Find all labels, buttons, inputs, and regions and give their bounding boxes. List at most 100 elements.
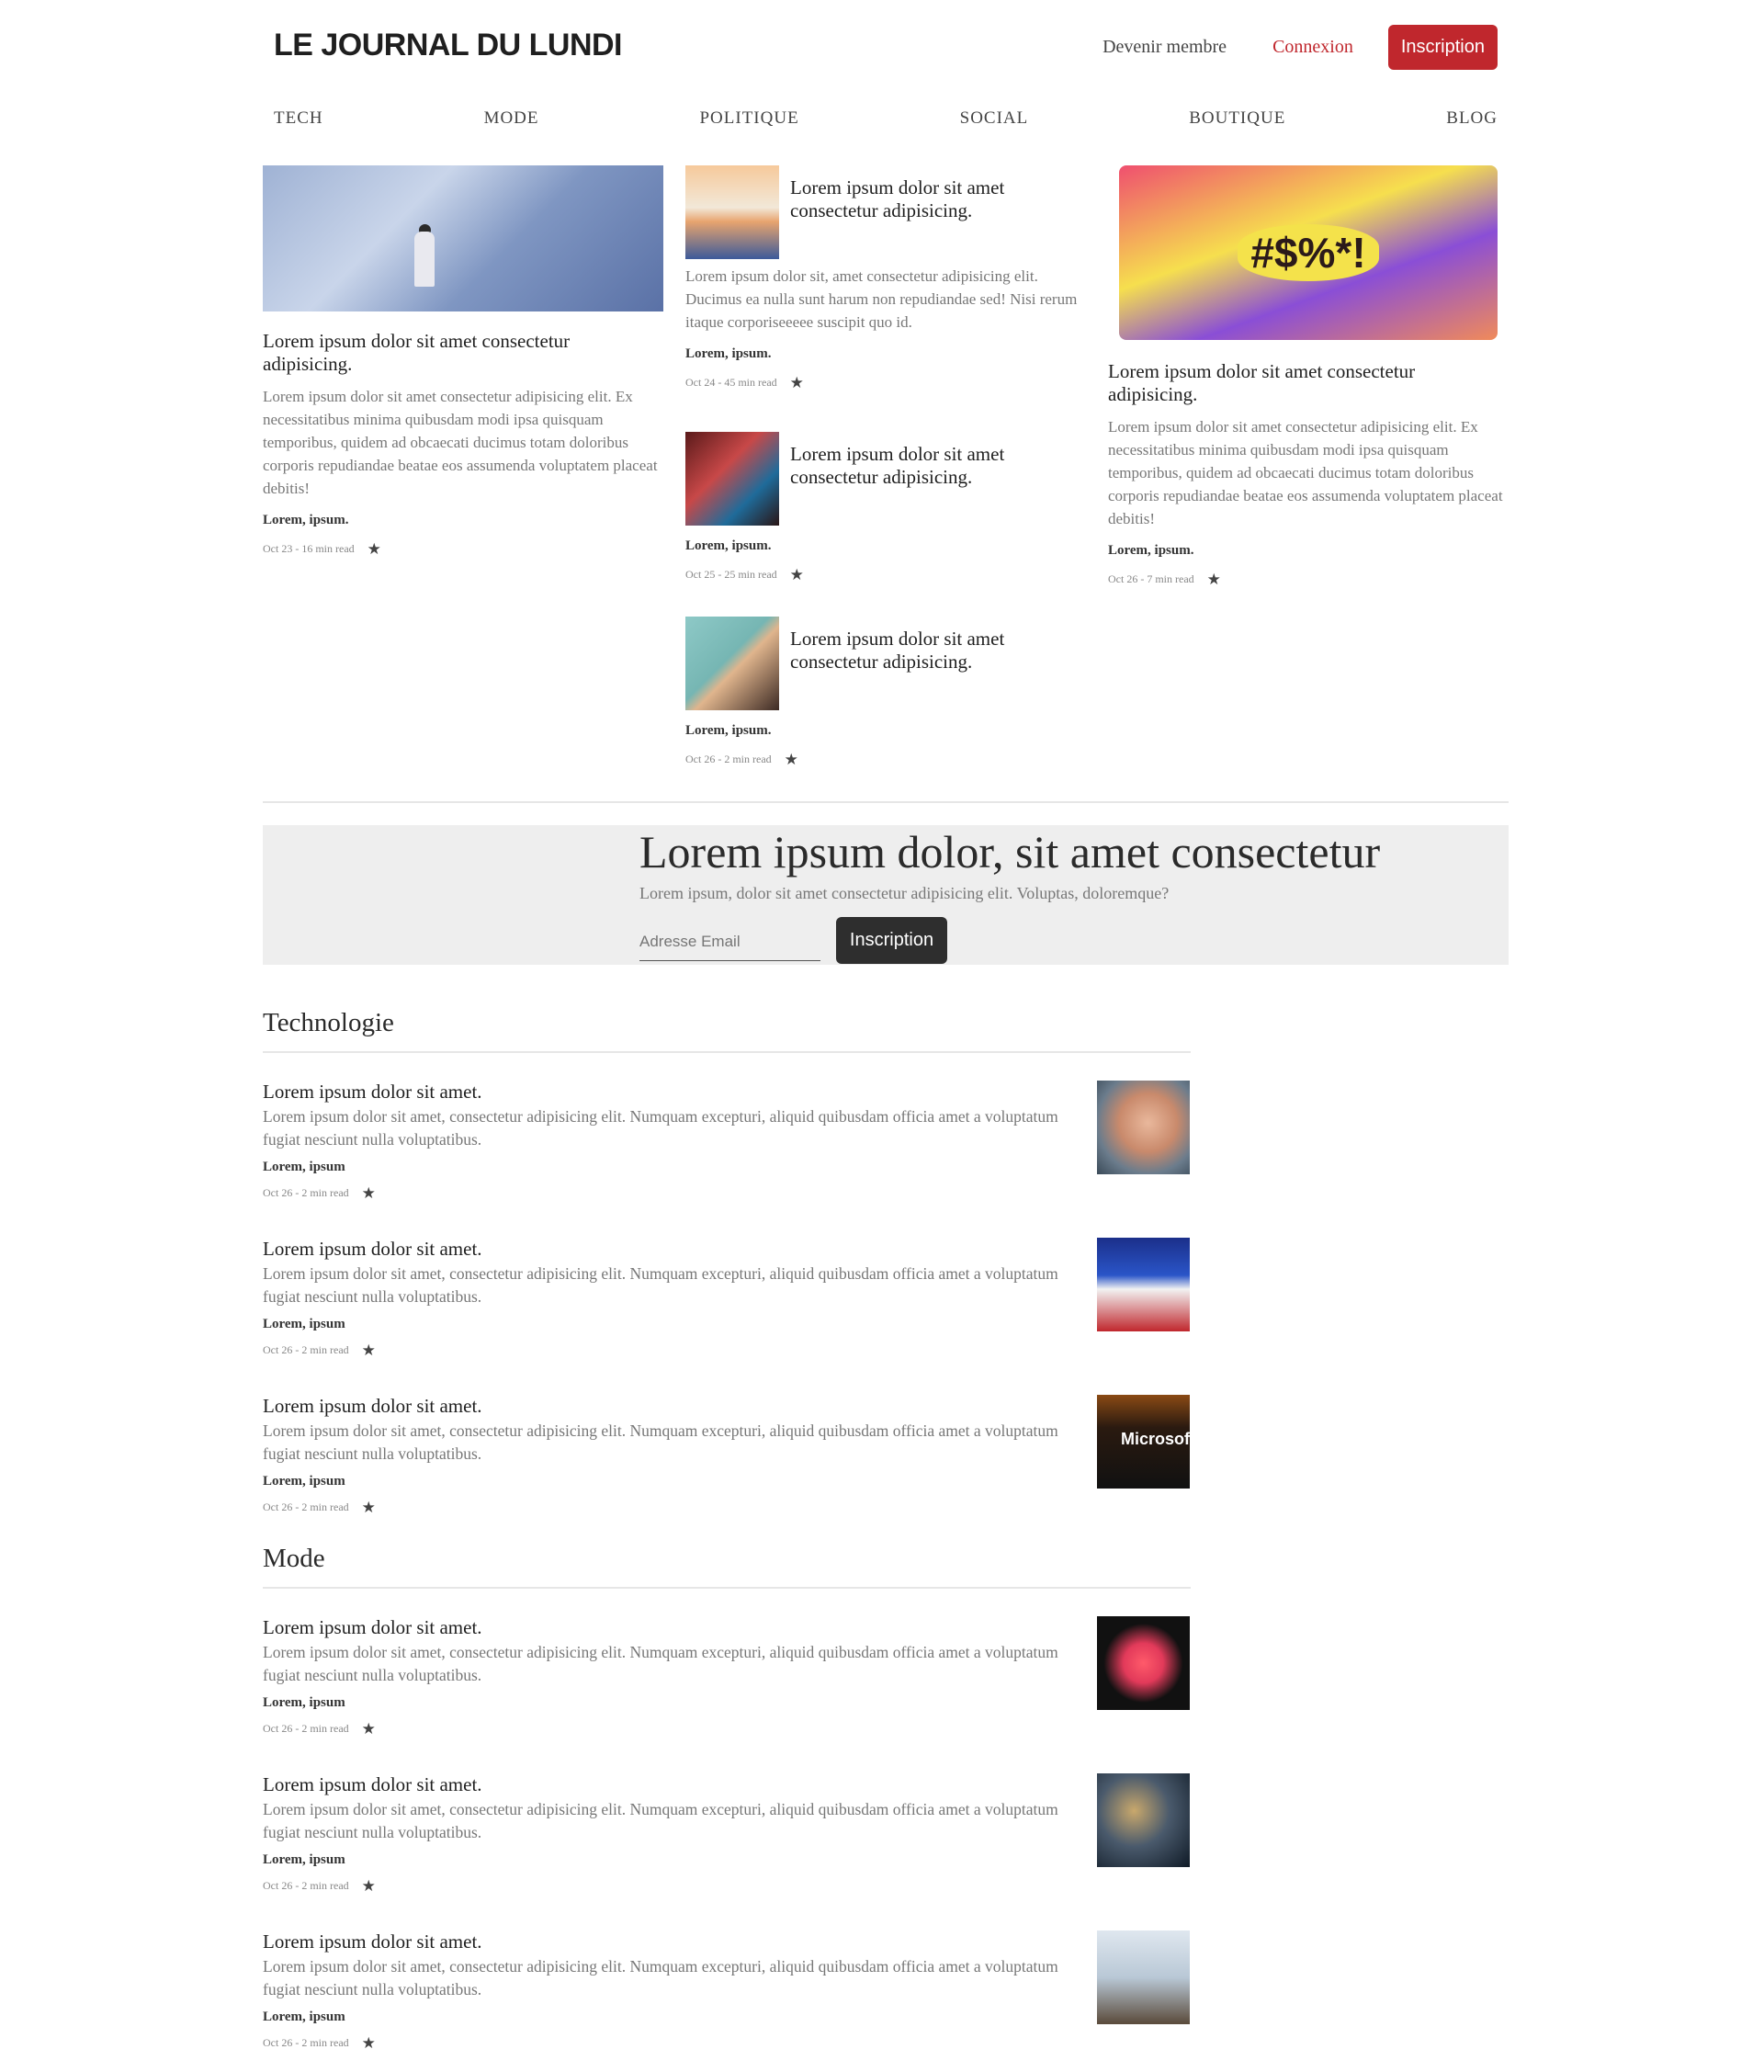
- nav-item-social[interactable]: SOCIAL: [960, 108, 1029, 129]
- newsletter-banner: Lorem ipsum dolor, sit amet consectetur …: [263, 825, 1509, 965]
- section-articles: Lorem ipsum dolor sit amet. Lorem ipsum …: [263, 1081, 1191, 1552]
- featured-left-author: Lorem, ipsum.: [263, 513, 349, 527]
- featured-middle-1-meta: Oct 24 - 45 min read ★: [685, 375, 1090, 391]
- featured-right-image-text: #$%*!: [1238, 224, 1379, 281]
- star-icon[interactable]: ★: [362, 1721, 376, 1737]
- list-item[interactable]: Lorem ipsum dolor sit amet. Lorem ipsum …: [263, 1930, 1191, 2072]
- article-author: Lorem, ipsum: [263, 1160, 345, 1174]
- star-icon[interactable]: ★: [362, 1500, 376, 1515]
- featured-middle-3-title[interactable]: Lorem ipsum dolor sit amet consectetur a…: [790, 628, 1090, 674]
- section-mode: Mode Lorem ipsum dolor sit amet. Lorem i…: [263, 1544, 1191, 2072]
- featured-middle-2-row: Lorem ipsum dolor sit amet consectetur a…: [685, 432, 1090, 526]
- star-icon[interactable]: ★: [362, 1878, 376, 1894]
- featured-middle-column: Lorem ipsum dolor sit amet consectetur a…: [685, 165, 1090, 767]
- featured-middle-3-row: Lorem ipsum dolor sit amet consectetur a…: [685, 617, 1090, 710]
- featured-right-image[interactable]: #$%*!: [1119, 165, 1498, 340]
- featured-middle-2-thumbnail[interactable]: [685, 432, 779, 526]
- article-excerpt: Lorem ipsum dolor sit amet, consectetur …: [263, 1264, 1058, 1306]
- featured-middle-2-date: Oct 25 - 25 min read: [685, 568, 777, 581]
- featured-middle-1-thumbnail[interactable]: [685, 165, 779, 259]
- site-logo[interactable]: LE JOURNAL DU LUNDI: [274, 28, 623, 63]
- section-title[interactable]: Technologie: [263, 1008, 1191, 1038]
- article-author: Lorem, ipsum: [263, 2010, 345, 2024]
- article-title[interactable]: Lorem ipsum dolor sit amet.: [263, 1930, 482, 1953]
- newsletter-subtitle: Lorem ipsum, dolor sit amet consectetur …: [639, 884, 1170, 902]
- star-icon[interactable]: ★: [362, 2035, 376, 2051]
- article-author: Lorem, ipsum: [263, 1852, 345, 1867]
- featured-left-meta: Oct 23 - 16 min read ★: [263, 541, 663, 557]
- article-author: Lorem, ipsum: [263, 1695, 345, 1710]
- featured-middle-2-title[interactable]: Lorem ipsum dolor sit amet consectetur a…: [790, 443, 1090, 489]
- article-thumbnail[interactable]: [1097, 1238, 1190, 1331]
- email-field[interactable]: [639, 923, 820, 961]
- featured-card-right[interactable]: #$%*! Lorem ipsum dolor sit amet consect…: [1108, 165, 1509, 587]
- featured-middle-2-meta: Oct 25 - 25 min read ★: [685, 567, 1090, 583]
- star-icon[interactable]: ★: [790, 567, 804, 583]
- star-icon[interactable]: ★: [368, 541, 381, 557]
- section-articles: Lorem ipsum dolor sit amet. Lorem ipsum …: [263, 1616, 1191, 2072]
- featured-left-image[interactable]: [263, 165, 663, 311]
- featured-middle-card-3[interactable]: Lorem ipsum dolor sit amet consectetur a…: [685, 617, 1090, 767]
- list-item[interactable]: Lorem ipsum dolor sit amet. Lorem ipsum …: [263, 1081, 1191, 1238]
- star-icon[interactable]: ★: [362, 1342, 376, 1358]
- article-excerpt: Lorem ipsum dolor sit amet, consectetur …: [263, 1643, 1058, 1684]
- article-meta: Oct 26 - 2 min read ★: [263, 1721, 376, 1737]
- article-title[interactable]: Lorem ipsum dolor sit amet.: [263, 1773, 482, 1796]
- list-item[interactable]: Lorem ipsum dolor sit amet. Lorem ipsum …: [263, 1395, 1191, 1552]
- article-excerpt: Lorem ipsum dolor sit amet, consectetur …: [263, 1421, 1058, 1463]
- featured-middle-card-2[interactable]: Lorem ipsum dolor sit amet consectetur a…: [685, 432, 1090, 617]
- article-thumbnail[interactable]: [1097, 1616, 1190, 1710]
- featured-middle-3-thumbnail[interactable]: [685, 617, 779, 710]
- newsletter-signup-button[interactable]: Inscription: [836, 917, 947, 964]
- star-icon[interactable]: ★: [790, 375, 804, 391]
- featured-card-left[interactable]: Lorem ipsum dolor sit amet consectetur a…: [263, 165, 663, 557]
- article-title[interactable]: Lorem ipsum dolor sit amet.: [263, 1395, 482, 1418]
- article-meta: Oct 26 - 2 min read ★: [263, 1500, 376, 1515]
- become-member-link[interactable]: Devenir membre: [1102, 37, 1227, 58]
- article-thumbnail[interactable]: Microsof: [1097, 1395, 1190, 1489]
- featured-right-meta: Oct 26 - 7 min read ★: [1108, 572, 1509, 587]
- featured-right-date: Oct 26 - 7 min read: [1108, 572, 1194, 585]
- nav-item-tech[interactable]: TECH: [274, 108, 323, 129]
- featured-right-excerpt: Lorem ipsum dolor sit amet consectetur a…: [1108, 418, 1503, 527]
- featured-middle-1-title[interactable]: Lorem ipsum dolor sit amet consectetur a…: [790, 176, 1090, 222]
- article-date: Oct 26 - 2 min read: [263, 2036, 349, 2049]
- nav-item-politique[interactable]: POLITIQUE: [699, 108, 798, 129]
- signup-button[interactable]: Inscription: [1387, 25, 1498, 70]
- list-item[interactable]: Lorem ipsum dolor sit amet. Lorem ipsum …: [263, 1616, 1191, 1773]
- featured-left-excerpt: Lorem ipsum dolor sit amet consectetur a…: [263, 388, 658, 497]
- login-link[interactable]: Connexion: [1272, 37, 1353, 58]
- article-date: Oct 26 - 2 min read: [263, 1343, 349, 1356]
- star-icon[interactable]: ★: [362, 1185, 376, 1201]
- article-date: Oct 26 - 2 min read: [263, 1186, 349, 1199]
- article-date: Oct 26 - 2 min read: [263, 1500, 349, 1513]
- star-icon[interactable]: ★: [785, 752, 798, 767]
- featured-right-author: Lorem, ipsum.: [1108, 543, 1194, 558]
- section-rule: [263, 1587, 1191, 1589]
- star-icon[interactable]: ★: [1207, 572, 1221, 587]
- article-thumbnail[interactable]: [1097, 1081, 1190, 1174]
- featured-articles: Lorem ipsum dolor sit amet consectetur a…: [263, 165, 1509, 767]
- featured-middle-card-1[interactable]: Lorem ipsum dolor sit amet consectetur a…: [685, 165, 1090, 432]
- list-item[interactable]: Lorem ipsum dolor sit amet. Lorem ipsum …: [263, 1238, 1191, 1395]
- featured-left-date: Oct 23 - 16 min read: [263, 542, 355, 555]
- nav-item-blog[interactable]: BLOG: [1446, 108, 1498, 129]
- article-title[interactable]: Lorem ipsum dolor sit amet.: [263, 1616, 482, 1639]
- article-thumbnail[interactable]: [1097, 1930, 1190, 2024]
- section-divider: [263, 801, 1509, 803]
- featured-middle-1-excerpt: Lorem ipsum dolor sit, amet consectetur …: [685, 267, 1078, 331]
- featured-left-title[interactable]: Lorem ipsum dolor sit amet consectetur a…: [263, 330, 663, 376]
- featured-right-title[interactable]: Lorem ipsum dolor sit amet consectetur a…: [1108, 360, 1509, 406]
- list-item[interactable]: Lorem ipsum dolor sit amet. Lorem ipsum …: [263, 1773, 1191, 1930]
- featured-middle-3-meta: Oct 26 - 2 min read ★: [685, 752, 1090, 767]
- article-thumbnail[interactable]: [1097, 1773, 1190, 1867]
- category-nav: TECH MODE POLITIQUE SOCIAL BOUTIQUE BLOG: [274, 108, 1498, 129]
- header-actions: Devenir membre Connexion Inscription: [1102, 25, 1498, 70]
- nav-item-boutique[interactable]: BOUTIQUE: [1189, 108, 1285, 129]
- nav-item-mode[interactable]: MODE: [484, 108, 539, 129]
- featured-middle-3-date: Oct 26 - 2 min read: [685, 753, 772, 765]
- article-title[interactable]: Lorem ipsum dolor sit amet.: [263, 1238, 482, 1261]
- article-title[interactable]: Lorem ipsum dolor sit amet.: [263, 1081, 482, 1104]
- article-author: Lorem, ipsum: [263, 1474, 345, 1489]
- section-title[interactable]: Mode: [263, 1544, 1191, 1574]
